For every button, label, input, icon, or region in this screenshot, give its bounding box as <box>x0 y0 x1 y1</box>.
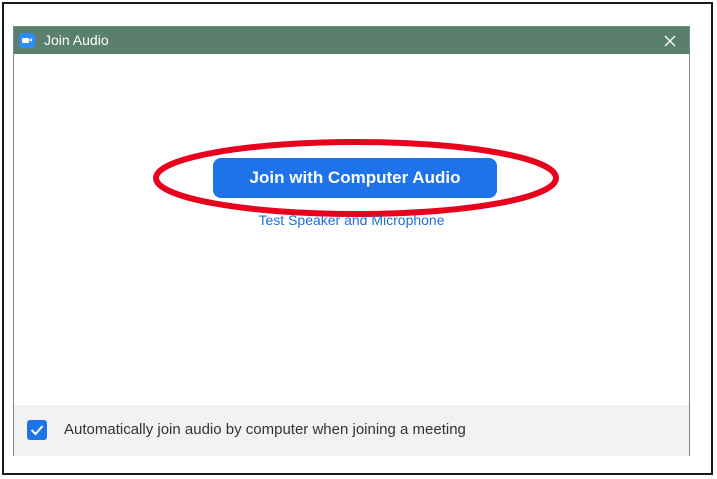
close-icon <box>664 35 676 47</box>
titlebar: Join Audio <box>14 27 689 54</box>
test-speaker-microphone-link[interactable]: Test Speaker and Microphone <box>14 212 689 228</box>
screenshot-frame: Join Audio Join with Computer Audio Test… <box>2 2 713 475</box>
join-audio-dialog: Join Audio Join with Computer Audio Test… <box>13 26 690 456</box>
window-title: Join Audio <box>44 32 109 48</box>
auto-join-audio-label[interactable]: Automatically join audio by computer whe… <box>64 421 466 438</box>
dialog-content: Join with Computer Audio Test Speaker an… <box>14 54 689 405</box>
checkmark-icon <box>30 425 44 436</box>
close-button[interactable] <box>651 27 689 54</box>
dialog-footer: Automatically join audio by computer whe… <box>14 405 689 456</box>
join-computer-audio-button[interactable]: Join with Computer Audio <box>213 158 497 198</box>
zoom-camera-icon <box>19 33 35 48</box>
auto-join-audio-checkbox[interactable] <box>27 420 47 440</box>
